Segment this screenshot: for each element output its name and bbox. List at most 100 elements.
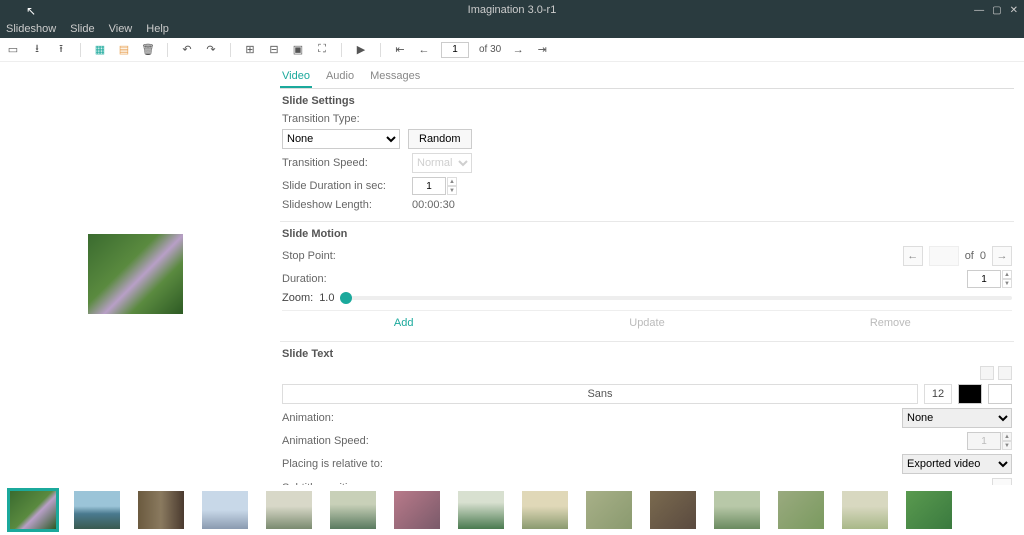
next-icon[interactable]: → [511,43,525,57]
motion-duration-label: Duration: [282,273,412,285]
separator [167,43,168,57]
page-total: of 30 [479,44,501,55]
thumbnail[interactable] [586,491,632,529]
stop-prev-button[interactable]: ← [903,246,923,266]
transition-type-label: Transition Type: [282,113,412,125]
thumbnail[interactable] [394,491,440,529]
open-icon[interactable]: ⭳ [30,43,44,57]
tab-video[interactable]: Video [280,66,312,88]
slideshow-length-label: Slideshow Length: [282,199,412,211]
bg-color-button[interactable] [988,384,1012,404]
thumbnail[interactable] [714,491,760,529]
zoom-in-icon[interactable]: ⊞ [243,43,257,57]
spin-up-icon[interactable]: ▲ [1002,270,1012,279]
slider-thumb[interactable] [340,292,352,304]
audio-icon[interactable]: ▤ [117,43,131,57]
new-icon[interactable]: ▭ [6,43,20,57]
spin-down-icon: ▼ [1002,441,1012,450]
section-title: Slide Text [282,348,1012,360]
thumbnail[interactable] [458,491,504,529]
stop-total: 0 [980,250,986,262]
random-button[interactable]: Random [408,129,472,149]
font-size-select[interactable]: 12 [924,384,952,404]
transition-type-select[interactable]: None [282,129,400,149]
spin-up-icon[interactable]: ▲ [447,177,457,186]
slide-duration-label: Slide Duration in sec: [282,180,412,192]
remove-button[interactable]: Remove [769,311,1012,335]
page-input[interactable] [441,42,469,58]
subtitle-position-label: Subtitle position: [282,482,412,485]
motion-duration-spinner[interactable]: ▲▼ [967,270,1012,288]
slideshow-length-value: 00:00:30 [412,199,455,211]
thumbnail-strip [0,485,1024,535]
menu-slide[interactable]: Slide [70,23,94,35]
update-button[interactable]: Update [525,311,768,335]
zoom-value: 1.0 [319,292,334,304]
section-title: Slide Motion [282,228,1012,240]
stop-point-label: Stop Point: [282,250,412,262]
separator [380,43,381,57]
slide-motion-section: Slide Motion Stop Point: ← of 0 → Durati… [280,222,1014,342]
slide-duration-input[interactable] [412,177,446,195]
font-name-select[interactable]: Sans [282,384,918,404]
animation-speed-label: Animation Speed: [282,435,412,447]
last-icon[interactable]: ⇥ [535,43,549,57]
minimize-button[interactable]: — [974,5,984,16]
thumbnail[interactable] [778,491,824,529]
motion-duration-input[interactable] [967,270,1001,288]
transition-speed-select: Normal [412,153,472,173]
properties-panel: Video Audio Messages Slide Settings Tran… [270,62,1024,485]
text-color-button[interactable] [958,384,982,404]
thumbnail[interactable] [522,491,568,529]
thumbnail[interactable] [842,491,888,529]
close-button[interactable]: ✕ [1010,5,1018,16]
thumbnail[interactable] [10,491,56,529]
menu-help[interactable]: Help [146,23,169,35]
slide-settings-section: Slide Settings Transition Type: None Ran… [280,89,1014,222]
preview-pane [0,62,270,485]
separator [230,43,231,57]
position-button[interactable]: ◉ [992,478,1012,485]
thumbnail[interactable] [74,491,120,529]
stop-next-button[interactable]: → [992,246,1012,266]
animation-select[interactable]: None [902,408,1012,428]
text-tool-button[interactable] [980,366,994,380]
thumbnail[interactable] [202,491,248,529]
add-button[interactable]: Add [282,311,525,335]
image-icon[interactable]: ▦ [93,43,107,57]
spin-down-icon[interactable]: ▼ [1002,279,1012,288]
save-icon[interactable]: ⭱ [54,43,68,57]
thumbnail[interactable] [906,491,952,529]
slide-duration-spinner[interactable]: ▲▼ [412,177,457,195]
toolbar: ▭ ⭳ ⭱ ▦ ▤ 🗑 ↶ ↷ ⊞ ⊟ ▣ ⛶ ▶ ⇤ ← of 30 → ⇥ [0,38,1024,62]
tab-messages[interactable]: Messages [368,66,422,88]
placing-label: Placing is relative to: [282,458,412,470]
maximize-button[interactable]: ▢ [992,5,1001,16]
rotate-right-icon[interactable]: ↷ [204,43,218,57]
fullscreen-icon[interactable]: ⛶ [315,43,329,57]
text-tool-button[interactable] [998,366,1012,380]
zoom-out-icon[interactable]: ⊟ [267,43,281,57]
app-title: Imagination 3.0-r1 [468,4,557,16]
title-bar: ↖ Imagination 3.0-r1 — ▢ ✕ [0,0,1024,20]
prev-icon[interactable]: ← [417,43,431,57]
preview-image [88,234,183,314]
delete-icon[interactable]: 🗑 [141,43,155,57]
spin-up-icon: ▲ [1002,432,1012,441]
zoom-slider[interactable] [340,296,1012,300]
transition-speed-label: Transition Speed: [282,157,412,169]
spin-down-icon[interactable]: ▼ [447,186,457,195]
thumbnail[interactable] [266,491,312,529]
thumbnail[interactable] [138,491,184,529]
tab-audio[interactable]: Audio [324,66,356,88]
zoom-fit-icon[interactable]: ▣ [291,43,305,57]
first-icon[interactable]: ⇤ [393,43,407,57]
cursor-icon: ↖ [26,4,36,18]
menu-view[interactable]: View [109,23,133,35]
thumbnail[interactable] [650,491,696,529]
thumbnail[interactable] [330,491,376,529]
rotate-left-icon[interactable]: ↶ [180,43,194,57]
play-icon[interactable]: ▶ [354,43,368,57]
menu-slideshow[interactable]: Slideshow [6,23,56,35]
placing-select[interactable]: Exported video [902,454,1012,474]
